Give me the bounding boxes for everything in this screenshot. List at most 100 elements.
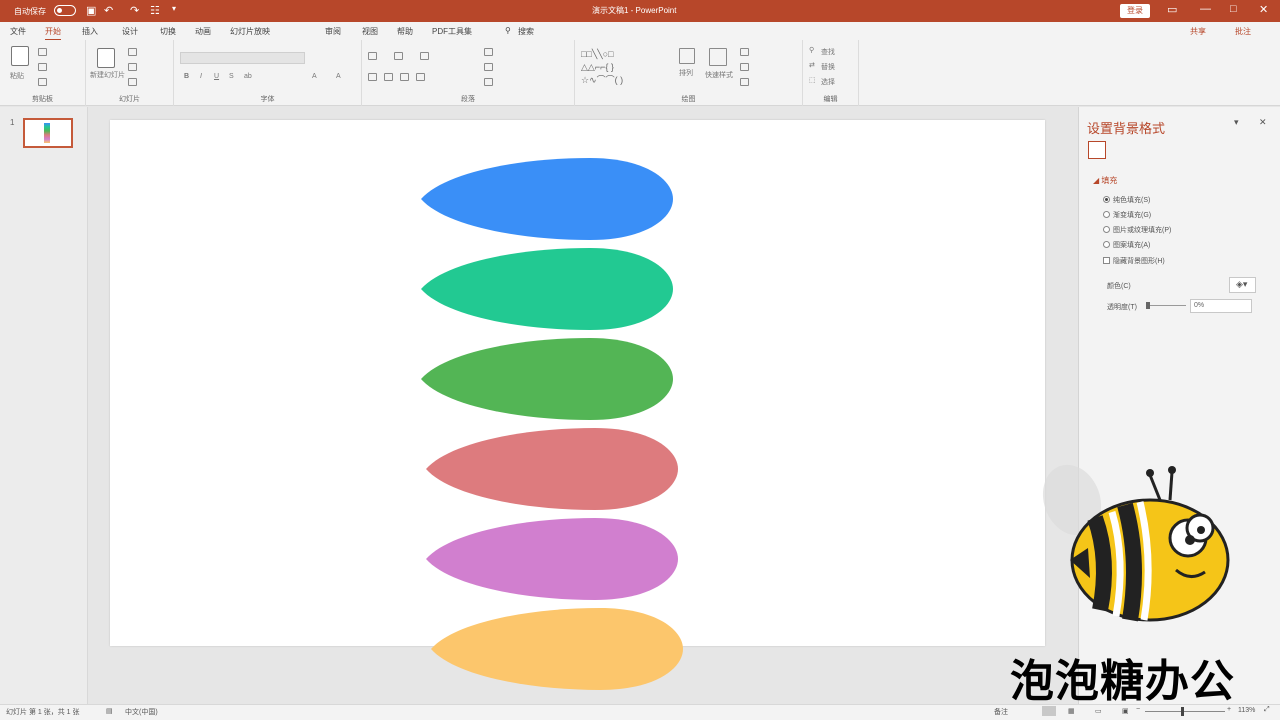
shape-fill-icon[interactable] bbox=[740, 48, 749, 56]
select-icon[interactable]: ⬚ bbox=[809, 76, 816, 84]
bullets-icon[interactable] bbox=[368, 52, 377, 60]
underline-icon[interactable]: U bbox=[214, 73, 219, 80]
shapes-gallery[interactable]: □□╲╲○□ △△⌐⌐{ } ☆∿⌒⌒( ) bbox=[581, 48, 669, 88]
tab-insert[interactable]: 插入 bbox=[82, 26, 98, 37]
tab-pdf-tools[interactable]: PDF工具集 bbox=[432, 26, 472, 37]
tab-design[interactable]: 设计 bbox=[122, 26, 138, 37]
redo-icon[interactable]: ↷ bbox=[130, 4, 139, 17]
arrange-label[interactable]: 排列 bbox=[679, 68, 693, 78]
cut-icon[interactable] bbox=[38, 48, 47, 56]
slide-canvas[interactable] bbox=[110, 120, 1045, 646]
find-button[interactable]: 查找 bbox=[821, 47, 835, 57]
align-left-icon[interactable] bbox=[368, 73, 377, 81]
fill-bucket-icon[interactable] bbox=[1088, 141, 1106, 159]
reset-icon[interactable] bbox=[128, 63, 137, 71]
new-slide-icon[interactable] bbox=[97, 48, 115, 68]
replace-icon[interactable]: ⇄ bbox=[809, 61, 815, 69]
strikethrough-icon[interactable]: ab bbox=[244, 73, 252, 80]
transparency-slider-thumb[interactable] bbox=[1146, 302, 1150, 309]
notes-button[interactable]: 备注 bbox=[994, 707, 1008, 717]
tab-slideshow[interactable]: 幻灯片放映 bbox=[230, 26, 270, 37]
font-color-icon[interactable]: A bbox=[312, 73, 317, 80]
tab-help[interactable]: 帮助 bbox=[397, 26, 413, 37]
picture-fill-label[interactable]: 图片或纹理填充(P) bbox=[1113, 225, 1171, 235]
smartart-icon[interactable] bbox=[484, 78, 493, 86]
tab-animations[interactable]: 动画 bbox=[195, 26, 211, 37]
tab-review[interactable]: 审阅 bbox=[325, 26, 341, 37]
accessibility-icon[interactable]: ▤ bbox=[106, 707, 113, 715]
paste-icon[interactable] bbox=[11, 46, 29, 66]
align-text-icon[interactable] bbox=[484, 63, 493, 71]
customize-icon[interactable]: ▾ bbox=[172, 4, 176, 13]
fit-to-window-icon[interactable]: ⤢ bbox=[1264, 706, 1270, 714]
share-button[interactable]: 共享 bbox=[1190, 26, 1206, 37]
minimize-icon[interactable]: — bbox=[1200, 3, 1211, 15]
gradient-fill-radio[interactable] bbox=[1103, 211, 1110, 218]
hide-background-checkbox[interactable] bbox=[1103, 257, 1110, 264]
layout-icon[interactable] bbox=[128, 48, 137, 56]
pattern-fill-label[interactable]: 图案填充(A) bbox=[1113, 240, 1150, 250]
maximize-icon[interactable]: □ bbox=[1230, 3, 1237, 15]
thumbnail-number: 1 bbox=[10, 118, 15, 127]
search-icon[interactable]: ⚲ bbox=[505, 26, 511, 35]
tab-home[interactable]: 开始 bbox=[45, 26, 61, 41]
group-paragraph: 段落 bbox=[362, 40, 575, 106]
shape-outline-icon[interactable] bbox=[740, 63, 749, 71]
align-center-icon[interactable] bbox=[384, 73, 393, 81]
shadow-icon[interactable]: S bbox=[229, 73, 234, 80]
replace-button[interactable]: 替换 bbox=[821, 62, 835, 72]
format-painter-icon[interactable] bbox=[38, 78, 47, 86]
hide-background-label[interactable]: 隐藏背景图形(H) bbox=[1113, 256, 1165, 266]
comments-button[interactable]: 批注 bbox=[1235, 26, 1251, 37]
copy-icon[interactable] bbox=[38, 63, 47, 71]
language-status[interactable]: 中文(中国) bbox=[125, 707, 158, 717]
zoom-slider[interactable] bbox=[1145, 711, 1225, 712]
find-icon[interactable]: ⚲ bbox=[809, 46, 814, 54]
transparency-input[interactable]: 0% bbox=[1190, 299, 1252, 313]
close-icon[interactable]: ✕ bbox=[1259, 3, 1268, 16]
pane-options-icon[interactable]: ▾ bbox=[1234, 117, 1239, 128]
shape-effects-icon[interactable] bbox=[740, 78, 749, 86]
indent-icon[interactable] bbox=[420, 52, 429, 60]
select-button[interactable]: 选择 bbox=[821, 77, 835, 87]
autosave-toggle[interactable] bbox=[54, 5, 76, 16]
touch-mode-icon[interactable]: ☷ bbox=[150, 4, 160, 17]
zoom-level[interactable]: 113% bbox=[1238, 707, 1255, 714]
solid-fill-label[interactable]: 纯色填充(S) bbox=[1113, 195, 1150, 205]
gradient-fill-label[interactable]: 渐变填充(G) bbox=[1113, 210, 1151, 220]
ribbon-display-icon[interactable]: ▭ bbox=[1167, 3, 1177, 16]
section-icon[interactable] bbox=[128, 78, 137, 86]
bold-icon[interactable]: B bbox=[184, 73, 189, 80]
save-icon[interactable]: ▣ bbox=[86, 4, 96, 17]
fill-section-header[interactable]: ◢ 填充 bbox=[1093, 175, 1117, 186]
text-direction-icon[interactable] bbox=[484, 48, 493, 56]
color-label: 颜色(C) bbox=[1107, 283, 1131, 290]
signin-button[interactable]: 登录 bbox=[1120, 4, 1150, 18]
font-name-select[interactable] bbox=[180, 52, 305, 64]
align-right-icon[interactable] bbox=[400, 73, 409, 81]
pane-close-icon[interactable]: ✕ bbox=[1259, 117, 1267, 128]
italic-icon[interactable]: I bbox=[200, 73, 202, 80]
pane-title: 设置背景格式 bbox=[1087, 121, 1166, 136]
group-label-clipboard: 剪贴板 bbox=[32, 96, 53, 103]
tab-search[interactable]: 搜索 bbox=[518, 26, 534, 37]
tab-file[interactable]: 文件 bbox=[10, 26, 26, 37]
paste-label[interactable]: 粘贴 bbox=[10, 71, 24, 81]
tab-transitions[interactable]: 切换 bbox=[160, 26, 176, 37]
tab-view[interactable]: 视图 bbox=[362, 26, 378, 37]
justify-icon[interactable] bbox=[416, 73, 425, 81]
quick-styles-label[interactable]: 快速样式 bbox=[705, 70, 733, 80]
slide-thumbnail[interactable] bbox=[23, 118, 73, 148]
title-bar: 自动保存 ▣ ↶ ↷ ☷ ▾ 演示文稿1 - PowerPoint 登录 ▭ —… bbox=[0, 0, 1280, 22]
numbering-icon[interactable] bbox=[394, 52, 403, 60]
arrange-icon[interactable] bbox=[679, 48, 695, 64]
solid-fill-radio[interactable] bbox=[1103, 196, 1110, 203]
highlight-icon[interactable]: A bbox=[336, 73, 341, 80]
quick-styles-icon[interactable] bbox=[709, 48, 727, 66]
picture-fill-radio[interactable] bbox=[1103, 226, 1110, 233]
color-picker-button[interactable]: ◈▾ bbox=[1229, 277, 1256, 293]
pattern-fill-radio[interactable] bbox=[1103, 241, 1110, 248]
new-slide-label[interactable]: 新建幻灯片 bbox=[90, 70, 125, 80]
transparency-slider[interactable] bbox=[1148, 305, 1186, 306]
undo-icon[interactable]: ↶ bbox=[104, 4, 113, 17]
